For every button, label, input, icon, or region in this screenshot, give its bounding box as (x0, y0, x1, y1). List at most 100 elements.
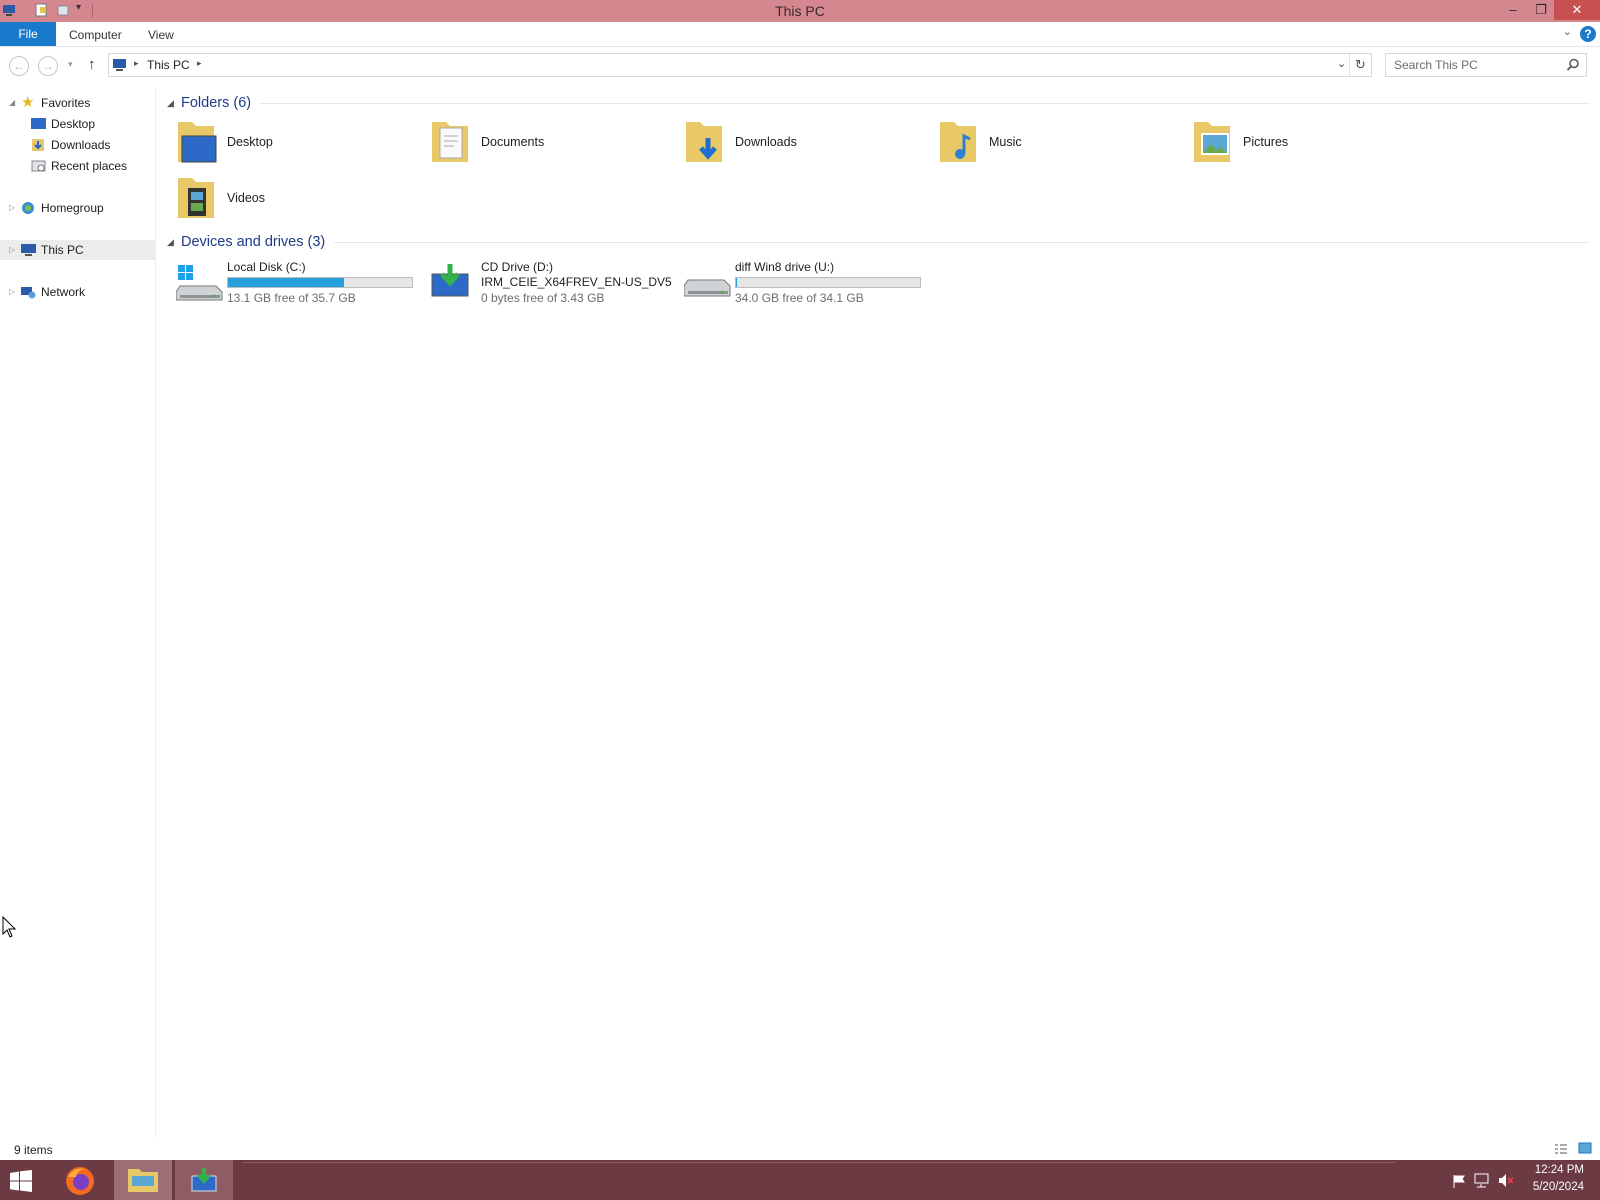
clock-date[interactable]: 5/20/2024 (1490, 1181, 1584, 1193)
setup-taskbar-button[interactable] (175, 1160, 233, 1200)
folder-videos[interactable]: Videos (176, 174, 426, 226)
folder-downloads[interactable]: Downloads (684, 118, 934, 170)
recent-locations-icon[interactable]: ▾ (68, 59, 73, 70)
videos-folder-icon (178, 178, 214, 218)
homegroup-icon (22, 202, 34, 214)
file-explorer-taskbar-button[interactable] (114, 1160, 172, 1200)
expand-icon[interactable]: ▷ (9, 282, 15, 302)
folder-pictures[interactable]: Pictures (1192, 118, 1442, 170)
documents-folder-icon (432, 122, 468, 162)
sidebar-item-network[interactable]: ▷ Network (0, 282, 155, 302)
help-icon[interactable]: ? (1580, 26, 1596, 42)
folder-label: Documents (481, 135, 545, 149)
tab-view[interactable]: View (148, 22, 174, 46)
local-disk-icon (176, 265, 223, 301)
folder-desktop[interactable]: Desktop (176, 118, 426, 170)
ribbon: File Computer View ⌄ ? (0, 22, 1600, 47)
tab-computer[interactable]: Computer (69, 22, 122, 46)
sidebar-item-label: Homegroup (41, 201, 104, 215)
drive-free-space: 13.1 GB free of 35.7 GB (227, 291, 356, 305)
refresh-icon[interactable]: ↻ (1355, 57, 1366, 73)
sidebar-item-label: This PC (41, 243, 84, 257)
group-label: Folders (6) (181, 95, 252, 111)
drive-name: CD Drive (D:) (481, 260, 553, 274)
back-button[interactable]: ← (9, 56, 29, 76)
clock-time[interactable]: 12:24 PM (1490, 1164, 1584, 1176)
sidebar-item-desktop[interactable]: Desktop (0, 114, 155, 134)
expand-ribbon-icon[interactable]: ⌄ (1563, 25, 1572, 38)
sidebar-item-recent-places[interactable]: Recent places (0, 156, 155, 176)
up-button[interactable]: ↑ (88, 56, 96, 73)
forward-button[interactable]: → (38, 56, 58, 76)
status-bar: 9 items (0, 1140, 1600, 1160)
network-status-icon[interactable] (1474, 1173, 1490, 1188)
taskbar: 12:24 PM 5/20/2024 (0, 1160, 1600, 1200)
address-divider (1349, 54, 1350, 76)
recent-places-icon (31, 160, 46, 172)
minimize-button[interactable]: – (1498, 0, 1528, 20)
sidebar-item-label: Network (41, 285, 86, 299)
drive-name: Local Disk (C:) (227, 260, 306, 274)
collapse-icon[interactable]: ◢ (167, 232, 174, 252)
collapse-icon[interactable]: ◢ (9, 93, 15, 113)
drive-usage-fill (228, 278, 344, 287)
details-view-icon[interactable] (1554, 1143, 1568, 1155)
folder-label: Desktop (227, 135, 273, 149)
desktop-icon (31, 118, 46, 129)
sidebar-item-downloads[interactable]: Downloads (0, 135, 155, 155)
drive-free-space: 34.0 GB free of 34.1 GB (735, 291, 864, 305)
sidebar-item-label: Desktop (51, 117, 96, 131)
address-bar[interactable]: ▸ This PC ▸ ⌄ ↻ (108, 53, 1372, 77)
drive-name: diff Win8 drive (U:) (735, 260, 835, 274)
folder-music[interactable]: Music (938, 118, 1188, 170)
group-divider (260, 103, 1590, 104)
close-button[interactable]: ✕ (1554, 0, 1600, 20)
drive-usage-bar (735, 277, 921, 288)
address-dropdown-icon[interactable]: ⌄ (1337, 57, 1346, 70)
search-icon[interactable] (1566, 58, 1580, 72)
collapse-icon[interactable]: ◢ (167, 93, 174, 113)
sidebar-item-favorites[interactable]: ◢ ★ Favorites (0, 93, 155, 113)
sidebar-item-this-pc[interactable]: ▷ This PC (0, 240, 155, 260)
large-icons-view-icon[interactable] (1578, 1142, 1592, 1155)
breadcrumb-separator-icon[interactable]: ▸ (197, 58, 202, 69)
expand-icon[interactable]: ▷ (9, 198, 15, 218)
drive-usage-fill (736, 278, 737, 287)
mouse-cursor-icon (2, 916, 16, 938)
folder-label: Videos (227, 191, 265, 205)
pictures-folder-icon (1194, 122, 1230, 162)
action-center-flag-icon[interactable] (1452, 1174, 1466, 1188)
sidebar-item-label: Recent places (51, 159, 128, 173)
network-drive-icon (684, 279, 731, 297)
restore-button[interactable]: ❐ (1526, 0, 1556, 20)
group-label: Devices and drives (3) (181, 234, 326, 250)
downloads-folder-icon (686, 122, 722, 162)
expand-icon[interactable]: ▷ (9, 240, 15, 260)
drive-u[interactable]: diff Win8 drive (U:) 34.0 GB free of 34.… (684, 260, 934, 310)
file-explorer-icon (128, 1169, 158, 1192)
folder-documents[interactable]: Documents (430, 118, 680, 170)
sidebar-item-homegroup[interactable]: ▷ Homegroup (0, 198, 155, 218)
title-bar: ▾ This PC – ❐ ✕ (0, 0, 1600, 22)
drive-free-space: 0 bytes free of 3.43 GB (481, 291, 605, 305)
drive-c[interactable]: Local Disk (C:) 13.1 GB free of 35.7 GB (176, 260, 426, 310)
desktop-folder-icon (178, 122, 217, 163)
windows-start-icon[interactable] (10, 1170, 32, 1192)
drive-d[interactable]: CD Drive (D:) IRM_CEIE_X64FREV_EN-US_DV5… (430, 260, 680, 310)
window-title: This PC (775, 3, 825, 19)
tab-file[interactable]: File (0, 22, 56, 46)
computer-icon (21, 244, 36, 256)
sidebar-item-label: Favorites (41, 96, 91, 110)
breadcrumb-this-pc[interactable]: This PC (147, 58, 190, 72)
search-input[interactable]: Search This PC (1385, 53, 1587, 77)
firefox-icon[interactable] (64, 1165, 96, 1197)
downloads-icon (32, 139, 44, 151)
cd-drive-icon (431, 264, 469, 297)
star-icon: ★ (21, 94, 35, 111)
breadcrumb-separator-icon[interactable]: ▸ (134, 58, 139, 69)
group-divider (334, 242, 1590, 243)
navigation-pane: ◢ ★ Favorites Desktop Downloads Recent p… (0, 88, 156, 1138)
sidebar-item-label: Downloads (51, 138, 111, 152)
network-icon (21, 287, 36, 299)
music-folder-icon (940, 122, 976, 162)
